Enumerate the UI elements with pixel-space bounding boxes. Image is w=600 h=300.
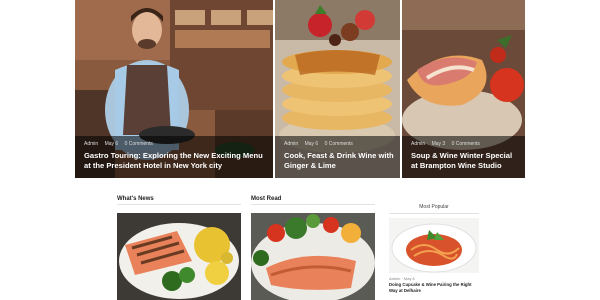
post-title[interactable]: Gastro Touring: Exploring the New Exciti… [84,151,267,171]
pasta-photo [389,218,479,273]
page: Admin May 6 0 Comments Gastro Touring: E… [0,0,600,300]
post-author[interactable]: Admin [84,141,98,147]
featured-posts: Admin May 6 0 Comments Gastro Touring: E… [75,0,525,178]
most-popular-thumbnail[interactable] [389,218,479,273]
featured-post-card[interactable]: Admin May 6 0 Comments Gastro Touring: E… [75,0,273,178]
whats-news-thumbnail[interactable] [117,213,241,300]
post-comments[interactable]: 0 Comments [125,141,153,147]
most-popular-heading: Most Popular [419,204,449,210]
post-title[interactable]: Doing Cupcake & Wine Pairing the Right W… [389,282,479,293]
featured-post-card[interactable]: Admin May 3 0 Comments Soup & Wine Winte… [402,0,525,178]
post-meta: Admin May 6 0 Comments [284,141,358,147]
featured-post-card[interactable]: Admin May 6 0 Comments Cook, Feast & Dri… [275,0,400,178]
section-divider [117,204,241,205]
post-meta: Admin May 6 0 Comments [84,141,158,147]
post-date: May 6 [304,141,319,147]
post-title[interactable]: Cook, Feast & Drink Wine with Ginger & L… [284,151,394,171]
post-date: May 6 [104,141,119,147]
section-divider [389,213,479,214]
post-date: May 3 [431,141,446,147]
post-meta: Admin · May 6 [389,276,415,281]
grilled-fish-photo [117,213,241,300]
whats-news-heading: What's News [117,196,154,202]
post-comments[interactable]: 0 Comments [325,141,353,147]
most-read-thumbnail[interactable] [251,213,375,300]
post-author[interactable]: Admin [284,141,298,147]
section-divider [251,204,375,205]
salmon-salad-photo [251,213,375,300]
post-comments[interactable]: 0 Comments [452,141,480,147]
most-read-heading: Most Read [251,196,282,202]
most-popular-widget: Most Popular Admin · May 6 Doing Cupcake… [389,200,479,300]
post-meta: Admin May 3 0 Comments [411,141,485,147]
post-title[interactable]: Soup & Wine Winter Special at Brampton W… [411,151,519,171]
post-author[interactable]: Admin [411,141,425,147]
